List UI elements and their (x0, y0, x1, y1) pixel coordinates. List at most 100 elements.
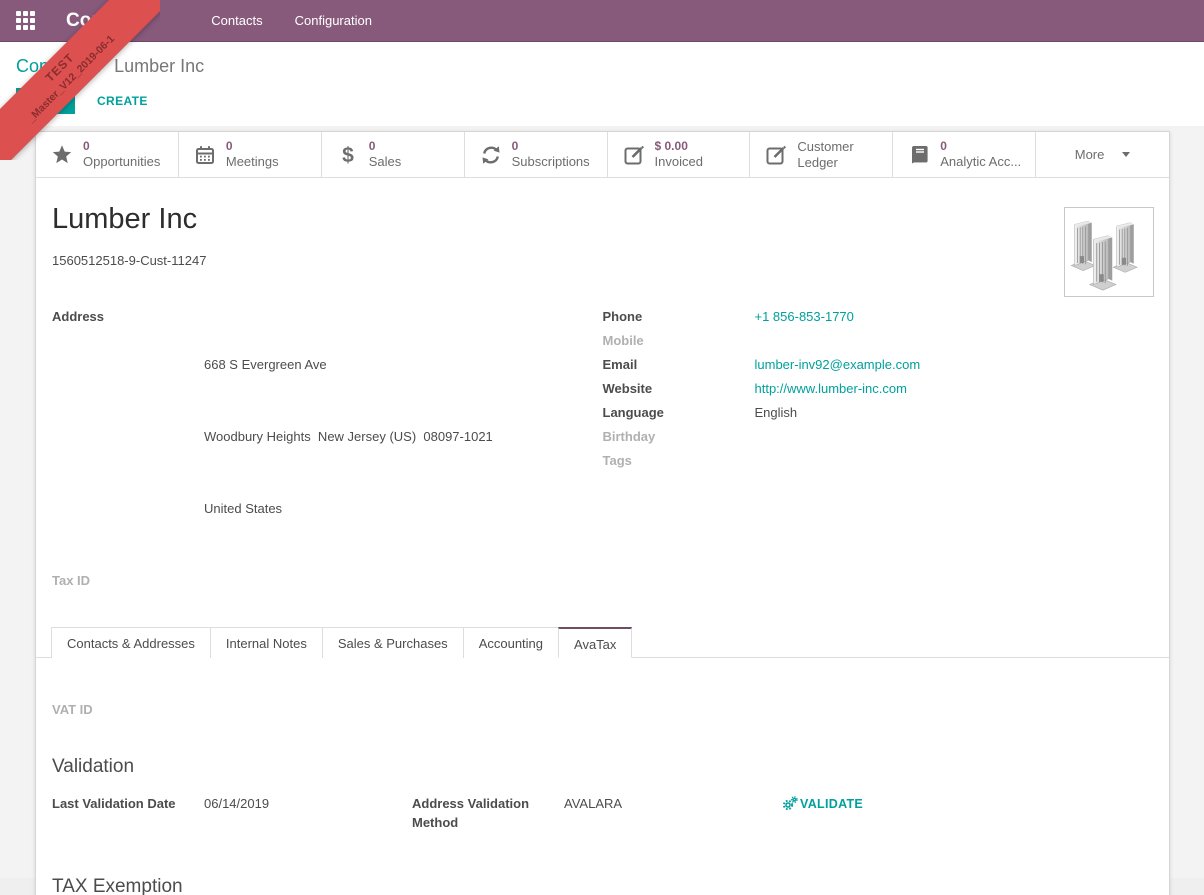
validation-heading: Validation (52, 756, 1153, 778)
vat-id-label: VAT ID (52, 698, 204, 722)
last-validation-date-label: Last Validation Date (52, 792, 204, 832)
tags-field-row: Tags (603, 449, 1154, 473)
address-line2: Woodbury Heights New Jersey (US) 08097-1… (204, 425, 493, 449)
tab-avatax[interactable]: AvaTax (558, 627, 632, 658)
mobile-label: Mobile (603, 329, 755, 353)
stat-invoiced-label: Invoiced (655, 154, 703, 170)
tab-sales-purchases[interactable]: Sales & Purchases (322, 627, 464, 658)
book-icon (908, 144, 930, 166)
content-area: 0 Opportunities 0 Meetings (0, 126, 1204, 878)
birthday-field-row: Birthday (603, 425, 1154, 449)
address-line1: 668 S Evergreen Ave (204, 353, 493, 377)
stat-invoiced-button[interactable]: $ 0.00 Invoiced (608, 132, 751, 177)
nav-menu-configuration[interactable]: Configuration (283, 1, 384, 40)
stat-subscriptions-label: Subscriptions (512, 154, 590, 170)
birthday-label: Birthday (603, 425, 755, 449)
validation-rows: Last Validation Date 06/14/2019 Address … (52, 792, 1153, 832)
pencil-square-icon (765, 144, 787, 166)
website-value[interactable]: http://www.lumber-inc.com (755, 377, 907, 401)
left-field-column: Address 668 S Evergreen Ave Woodbury Hei… (52, 305, 603, 593)
stat-subscriptions-button[interactable]: 0 Subscriptions (465, 132, 608, 177)
right-field-column: Phone +1 856-853-1770 Mobile Email lumbe… (603, 305, 1154, 593)
stat-sales-button[interactable]: $ 0 Sales (322, 132, 465, 177)
nav-menu-contacts[interactable]: Contacts (199, 1, 274, 40)
control-panel: Contacts / Lumber Inc EDIT CREATE Action (0, 42, 1204, 126)
buildings-image (1067, 210, 1151, 294)
phone-label: Phone (603, 305, 755, 329)
breadcrumb-current: Lumber Inc (114, 56, 204, 76)
address-label: Address (52, 305, 204, 569)
website-field-row: Website http://www.lumber-inc.com (603, 377, 1154, 401)
address-validation-method-label: Address Validation Method (412, 792, 564, 832)
stat-customer-ledger-label: Customer Ledger (797, 139, 886, 170)
stat-meetings-label: Meetings (226, 154, 279, 170)
avatax-tab-content: VAT ID Validation Last Validation Date 0… (36, 658, 1169, 895)
more-label: More (1075, 147, 1105, 162)
website-label: Website (603, 377, 755, 401)
stat-opportunities-button[interactable]: 0 Opportunities (36, 132, 179, 177)
apps-grid-icon[interactable] (16, 11, 36, 31)
stat-sales-value: 0 (369, 139, 402, 154)
stat-opportunities-label: Opportunities (83, 154, 160, 170)
last-validation-date-row: Last Validation Date 06/14/2019 (52, 792, 412, 832)
tax-id-field-row: Tax ID (52, 569, 603, 593)
more-stat-dropdown[interactable]: More (1036, 132, 1169, 177)
stat-invoiced-value: $ 0.00 (655, 139, 703, 154)
tab-accounting[interactable]: Accounting (463, 627, 559, 658)
tax-exemption-heading: TAX Exemption (52, 876, 1153, 895)
star-icon (51, 144, 73, 166)
stat-opportunities-value: 0 (83, 139, 160, 154)
breadcrumb: Contacts / Lumber Inc (16, 56, 1188, 77)
phone-value[interactable]: +1 856-853-1770 (755, 305, 854, 329)
language-value: English (755, 401, 798, 425)
tab-contacts-addresses[interactable]: Contacts & Addresses (51, 627, 211, 658)
breadcrumb-contacts-link[interactable]: Contacts (16, 56, 87, 76)
tags-label: Tags (603, 449, 755, 473)
top-navbar: Contacts Contacts Configuration (0, 0, 1204, 42)
record-name: Lumber Inc (52, 202, 1153, 237)
address-field-row: Address 668 S Evergreen Ave Woodbury Hei… (52, 305, 603, 569)
control-panel-buttons: EDIT CREATE (16, 87, 1188, 114)
refresh-icon (480, 144, 502, 166)
stat-analytic-accounts-value: 0 (940, 139, 1021, 154)
tax-exemption-section: TAX Exemption Is Tax Exempt (52, 876, 1153, 895)
company-avatar[interactable] (1064, 207, 1154, 297)
contact-field-groups: Address 668 S Evergreen Ave Woodbury Hei… (36, 305, 1169, 593)
email-label: Email (603, 353, 755, 377)
stat-analytic-accounts-label: Analytic Acc... (940, 154, 1021, 170)
stat-customer-ledger-button[interactable]: Customer Ledger (750, 132, 893, 177)
phone-field-row: Phone +1 856-853-1770 (603, 305, 1154, 329)
cogs-icon (782, 796, 798, 811)
last-validation-date-value: 06/14/2019 (204, 792, 269, 832)
mobile-field-row: Mobile (603, 329, 1154, 353)
chevron-down-icon (1122, 152, 1130, 157)
create-button[interactable]: CREATE (83, 89, 162, 113)
email-field-row: Email lumber-inv92@example.com (603, 353, 1154, 377)
pencil-square-icon (623, 144, 645, 166)
language-label: Language (603, 401, 755, 425)
dollar-icon: $ (337, 144, 359, 166)
stat-analytic-accounts-button[interactable]: 0 Analytic Acc... (893, 132, 1036, 177)
validate-button[interactable]: VALIDATE (782, 792, 863, 816)
svg-text:$: $ (342, 144, 354, 166)
stat-meetings-button[interactable]: 0 Meetings (179, 132, 322, 177)
tax-id-label: Tax ID (52, 569, 204, 593)
email-value[interactable]: lumber-inv92@example.com (755, 353, 921, 377)
stat-subscriptions-value: 0 (512, 139, 590, 154)
app-title: Contacts (66, 10, 147, 32)
tab-internal-notes[interactable]: Internal Notes (210, 627, 323, 658)
address-value: 668 S Evergreen Ave Woodbury Heights New… (204, 305, 493, 569)
vat-id-field-row: VAT ID (52, 698, 1153, 722)
address-validation-method-value: AVALARA (564, 792, 622, 832)
stat-button-row: 0 Opportunities 0 Meetings (36, 132, 1169, 178)
edit-button[interactable]: EDIT (16, 88, 75, 114)
stat-meetings-value: 0 (226, 139, 279, 154)
stat-sales-label: Sales (369, 154, 402, 170)
record-title-block: Lumber Inc 1560512518-9-Cust-11247 (36, 178, 1169, 268)
calendar-icon (194, 144, 216, 166)
nav-menu: Contacts Configuration (199, 1, 384, 40)
form-sheet: 0 Opportunities 0 Meetings (35, 131, 1170, 895)
address-validation-method-row: Address Validation Method AVALARA (412, 792, 772, 832)
record-reference: 1560512518-9-Cust-11247 (52, 253, 1153, 268)
address-line3: United States (204, 497, 493, 521)
